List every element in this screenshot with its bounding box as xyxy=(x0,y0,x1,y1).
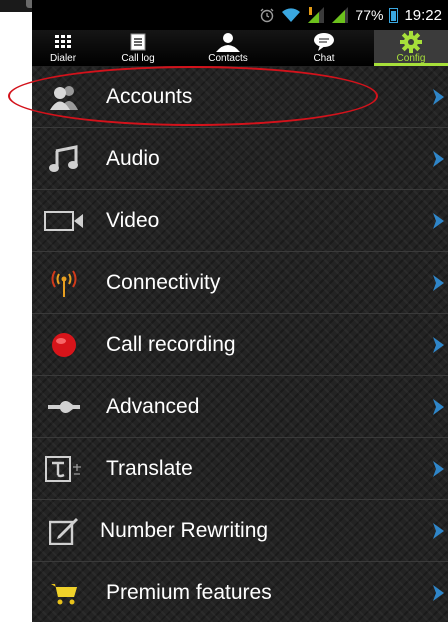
chevron-right-icon xyxy=(433,584,444,601)
wrench-icon xyxy=(44,391,84,423)
tab-call-log[interactable]: Call log xyxy=(94,30,182,66)
chevron-right-icon xyxy=(433,398,444,415)
menu-item-translate[interactable]: Translate xyxy=(32,438,448,500)
battery-icon xyxy=(389,7,399,23)
record-icon xyxy=(44,329,84,361)
menu-item-label: Video xyxy=(106,208,160,232)
accounts-icon xyxy=(44,81,84,113)
wifi-icon xyxy=(281,7,301,23)
menu-item-label: Premium features xyxy=(106,580,272,604)
menu-item-call-recording[interactable]: Call recording xyxy=(32,314,448,376)
status-bar: 77% 19:22 xyxy=(32,0,448,30)
music-note-icon xyxy=(44,143,84,175)
translate-icon xyxy=(44,453,84,485)
menu-item-advanced[interactable]: Advanced xyxy=(32,376,448,438)
antenna-icon xyxy=(44,267,84,299)
signal-icon xyxy=(307,7,325,23)
call-log-icon xyxy=(130,32,146,52)
app-screen: 77% 19:22 Dialer Call log Contacts Chat … xyxy=(32,0,448,622)
gear-icon xyxy=(400,31,422,53)
menu-item-connectivity[interactable]: Connectivity xyxy=(32,252,448,314)
menu-item-audio[interactable]: Audio xyxy=(32,128,448,190)
settings-menu: Accounts Audio Video Connectivity Call r… xyxy=(32,66,448,622)
battery-percent: 77% xyxy=(355,7,384,23)
tab-bar: Dialer Call log Contacts Chat Config xyxy=(32,30,448,66)
menu-item-label: Number Rewriting xyxy=(100,518,269,542)
tab-contacts[interactable]: Contacts xyxy=(182,30,274,66)
chevron-right-icon xyxy=(433,212,444,229)
menu-item-number-rewriting[interactable]: Number Rewriting xyxy=(32,500,448,562)
chevron-right-icon xyxy=(433,150,444,167)
contacts-icon xyxy=(213,32,243,52)
chevron-right-icon xyxy=(433,522,444,539)
menu-item-label: Accounts xyxy=(106,84,193,108)
menu-item-premium-features[interactable]: Premium features xyxy=(32,562,448,622)
chevron-right-icon xyxy=(433,274,444,291)
menu-item-label: Translate xyxy=(106,456,193,480)
tab-dialer[interactable]: Dialer xyxy=(32,30,94,66)
clock: 19:22 xyxy=(404,6,442,24)
tab-chat[interactable]: Chat xyxy=(274,30,374,66)
tab-label: Dialer xyxy=(49,53,77,64)
tab-label: Call log xyxy=(121,53,155,64)
menu-item-video[interactable]: Video xyxy=(32,190,448,252)
signal-icon xyxy=(331,7,349,23)
chevron-right-icon xyxy=(433,460,444,477)
dialpad-icon xyxy=(54,32,72,52)
menu-item-label: Audio xyxy=(106,146,160,170)
cart-icon xyxy=(44,577,84,609)
menu-item-label: Call recording xyxy=(106,332,236,356)
video-camera-icon xyxy=(44,205,84,237)
menu-item-label: Advanced xyxy=(106,394,200,418)
chat-icon xyxy=(313,32,335,52)
tab-label: Contacts xyxy=(208,53,248,64)
edit-icon xyxy=(44,515,84,547)
tab-label: Config xyxy=(396,53,426,64)
menu-item-accounts[interactable]: Accounts xyxy=(32,66,448,128)
alarm-icon xyxy=(259,7,275,23)
menu-item-label: Connectivity xyxy=(106,270,221,294)
chevron-right-icon xyxy=(433,88,444,105)
tab-label: Chat xyxy=(313,53,335,64)
tab-config[interactable]: Config xyxy=(374,30,448,66)
chevron-right-icon xyxy=(433,336,444,353)
